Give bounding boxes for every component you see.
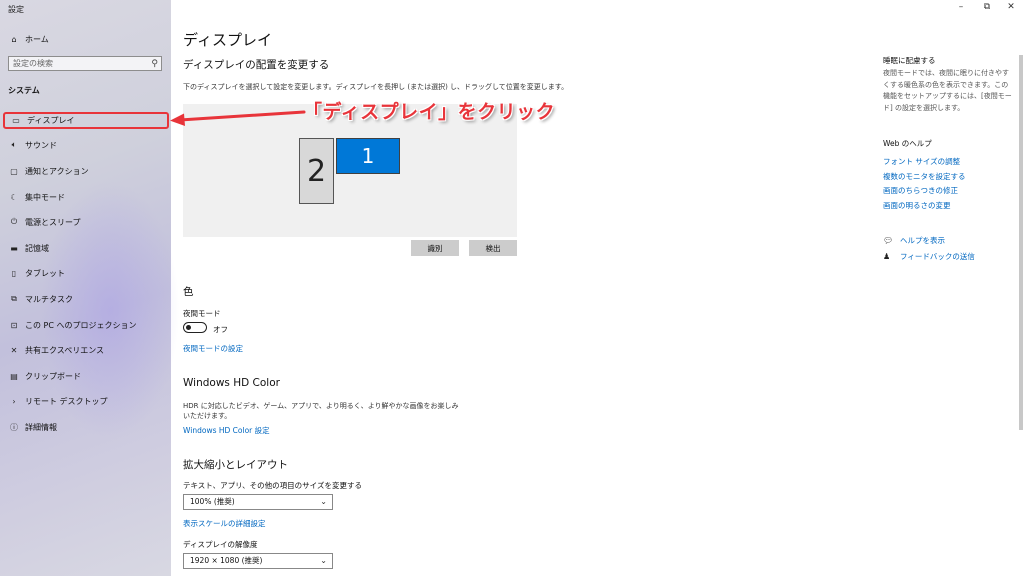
help-link-font-size[interactable]: フォント サイズの調整 xyxy=(883,156,960,167)
tablet-icon: ▯ xyxy=(11,268,17,278)
sidebar-item-label: 共有エクスペリエンス xyxy=(25,345,105,355)
resolution-label: ディスプレイの解像度 xyxy=(183,540,258,549)
sidebar-item-label: 詳細情報 xyxy=(25,422,57,432)
night-light-state: オフ xyxy=(213,325,228,334)
get-help-label: ヘルプを表示 xyxy=(900,236,945,245)
sidebar-item-storage[interactable]: ▬ 記憶域 xyxy=(8,241,166,255)
chevron-down-icon: ⌄ xyxy=(320,497,327,506)
annotation-arrow xyxy=(170,110,306,126)
clipboard-icon: ▤ xyxy=(10,371,18,381)
sidebar-item-shared-experiences[interactable]: ✕ 共有エクスペリエンス xyxy=(8,343,166,357)
sidebar-item-projection[interactable]: ⊡ この PC へのプロジェクション xyxy=(8,318,166,332)
sidebar-item-power[interactable]: ⏻ 電源とスリープ xyxy=(8,215,166,229)
sleep-text: 夜間モードでは、夜間に眠りに付きやすくする暖色系の色を表示できます。この機能をセ… xyxy=(883,69,1012,112)
sidebar-item-label: 通知とアクション xyxy=(25,166,89,176)
feedback-link[interactable]: ♟ フィードバックの送信 xyxy=(883,251,975,262)
hdr-heading: Windows HD Color xyxy=(183,377,280,389)
chat-icon: 💬︎ xyxy=(883,236,894,245)
sidebar-item-label: この PC へのプロジェクション xyxy=(25,320,137,330)
sidebar-item-display[interactable]: ▭ ディスプレイ xyxy=(3,112,169,129)
help-link-multiple-monitors[interactable]: 複数のモニタを設定する xyxy=(883,171,966,182)
sidebar-item-label: マルチタスク xyxy=(25,294,73,304)
scale-label: テキスト、アプリ、その他の項目のサイズを変更する xyxy=(183,481,362,490)
sidebar-item-label: 電源とスリープ xyxy=(25,217,81,227)
home-link[interactable]: ⌂ ホーム xyxy=(8,33,49,45)
sidebar-item-label: リモート デスクトップ xyxy=(25,396,108,406)
window-title: 設定 xyxy=(8,5,24,14)
sidebar-item-remote-desktop[interactable]: › リモート デスクトップ xyxy=(8,394,166,408)
feedback-label: フィードバックの送信 xyxy=(900,252,975,261)
sidebar-item-focus[interactable]: ☾ 集中モード xyxy=(8,190,166,204)
projection-icon: ⊡ xyxy=(10,320,18,330)
scale-value: 100% (推奨) xyxy=(190,497,235,506)
resolution-dropdown[interactable]: 1920 × 1080 (推奨) ⌄ xyxy=(183,553,333,569)
multitask-icon: ⧉ xyxy=(11,294,17,303)
identify-button[interactable]: 識別 xyxy=(411,240,459,256)
info-icon: ⓘ xyxy=(10,422,18,432)
resolution-value: 1920 × 1080 (推奨) xyxy=(190,556,263,565)
speaker-icon: 🔈︎ xyxy=(11,140,17,149)
color-heading: 色 xyxy=(183,286,194,298)
monitor-1[interactable]: 1 xyxy=(336,138,400,174)
arrange-description: 下のディスプレイを選択して設定を変更します。ディスプレイを長押し (または選択)… xyxy=(183,83,569,91)
night-light-label: 夜間モード xyxy=(183,309,221,318)
sidebar-item-multitasking[interactable]: ⧉ マルチタスク xyxy=(8,292,166,306)
moon-icon: ☾ xyxy=(10,192,18,202)
chevron-down-icon: ⌄ xyxy=(320,556,327,565)
sidebar: 設定 ⌂ ホーム 設定の検索 ⚲ システム ▭ ディスプレイ 🔈︎ サウンド ▢… xyxy=(0,0,180,576)
storage-icon: ▬ xyxy=(10,243,18,253)
scrollbar[interactable] xyxy=(1019,55,1023,430)
monitor-icon: ▭ xyxy=(12,116,20,125)
annotation-callout: 「ディスプレイ」をクリック xyxy=(303,101,556,123)
page-title: ディスプレイ xyxy=(183,31,272,49)
scale-dropdown[interactable]: 100% (推奨) ⌄ xyxy=(183,494,333,510)
help-link-flicker[interactable]: 画面のちらつきの修正 xyxy=(883,185,958,196)
night-light-toggle[interactable] xyxy=(183,322,207,333)
web-help-title: Web のヘルプ xyxy=(883,139,932,148)
arrange-heading: ディスプレイの配置を変更する xyxy=(183,59,330,71)
close-button[interactable]: ✕ xyxy=(999,2,1023,12)
sidebar-item-notifications[interactable]: ▢ 通知とアクション xyxy=(8,164,166,178)
sidebar-item-label: 記憶域 xyxy=(25,243,49,253)
hdr-settings-link[interactable]: Windows HD Color 設定 xyxy=(183,425,270,436)
sidebar-item-label: クリップボード xyxy=(25,371,81,381)
monitor-2[interactable]: 2 xyxy=(299,138,334,204)
search-placeholder: 設定の検索 xyxy=(13,59,53,68)
sidebar-item-label: サウンド xyxy=(25,140,57,150)
hdr-description-line2: いただけます。 xyxy=(183,412,232,420)
home-icon: ⌂ xyxy=(11,34,17,44)
sidebar-item-tablet[interactable]: ▯ タブレット xyxy=(8,266,166,280)
detect-button[interactable]: 検出 xyxy=(469,240,517,256)
sidebar-item-about[interactable]: ⓘ 詳細情報 xyxy=(8,420,166,434)
scale-heading: 拡大縮小とレイアウト xyxy=(183,459,288,471)
power-icon: ⏻ xyxy=(10,217,18,226)
minimize-button[interactable]: – xyxy=(949,2,973,12)
share-icon: ✕ xyxy=(10,345,18,355)
sidebar-item-label: タブレット xyxy=(25,268,65,278)
maximize-button[interactable]: ⧉ xyxy=(975,2,999,12)
night-light-settings-link[interactable]: 夜間モードの設定 xyxy=(183,343,243,354)
search-input[interactable]: 設定の検索 ⚲ xyxy=(8,56,162,71)
advanced-scaling-link[interactable]: 表示スケールの詳細設定 xyxy=(183,518,266,529)
hdr-description-line1: HDR に対応したビデオ、ゲーム、アプリで、より明るく、より鮮やかな画像をお楽し… xyxy=(183,402,459,410)
home-label: ホーム xyxy=(25,34,49,44)
sidebar-item-label: ディスプレイ xyxy=(27,116,75,125)
notification-icon: ▢ xyxy=(10,166,18,176)
sidebar-item-sound[interactable]: 🔈︎ サウンド xyxy=(8,138,166,152)
section-label: システム xyxy=(8,86,40,95)
help-link-brightness[interactable]: 画面の明るさの変更 xyxy=(883,200,951,211)
sleep-title: 睡眠に配慮する xyxy=(883,56,936,65)
remote-icon: › xyxy=(12,396,16,406)
sidebar-item-label: 集中モード xyxy=(25,192,65,202)
sidebar-item-clipboard[interactable]: ▤ クリップボード xyxy=(8,369,166,383)
person-icon: ♟ xyxy=(883,252,891,261)
get-help-link[interactable]: 💬︎ ヘルプを表示 xyxy=(883,235,945,246)
search-icon: ⚲ xyxy=(151,59,158,69)
